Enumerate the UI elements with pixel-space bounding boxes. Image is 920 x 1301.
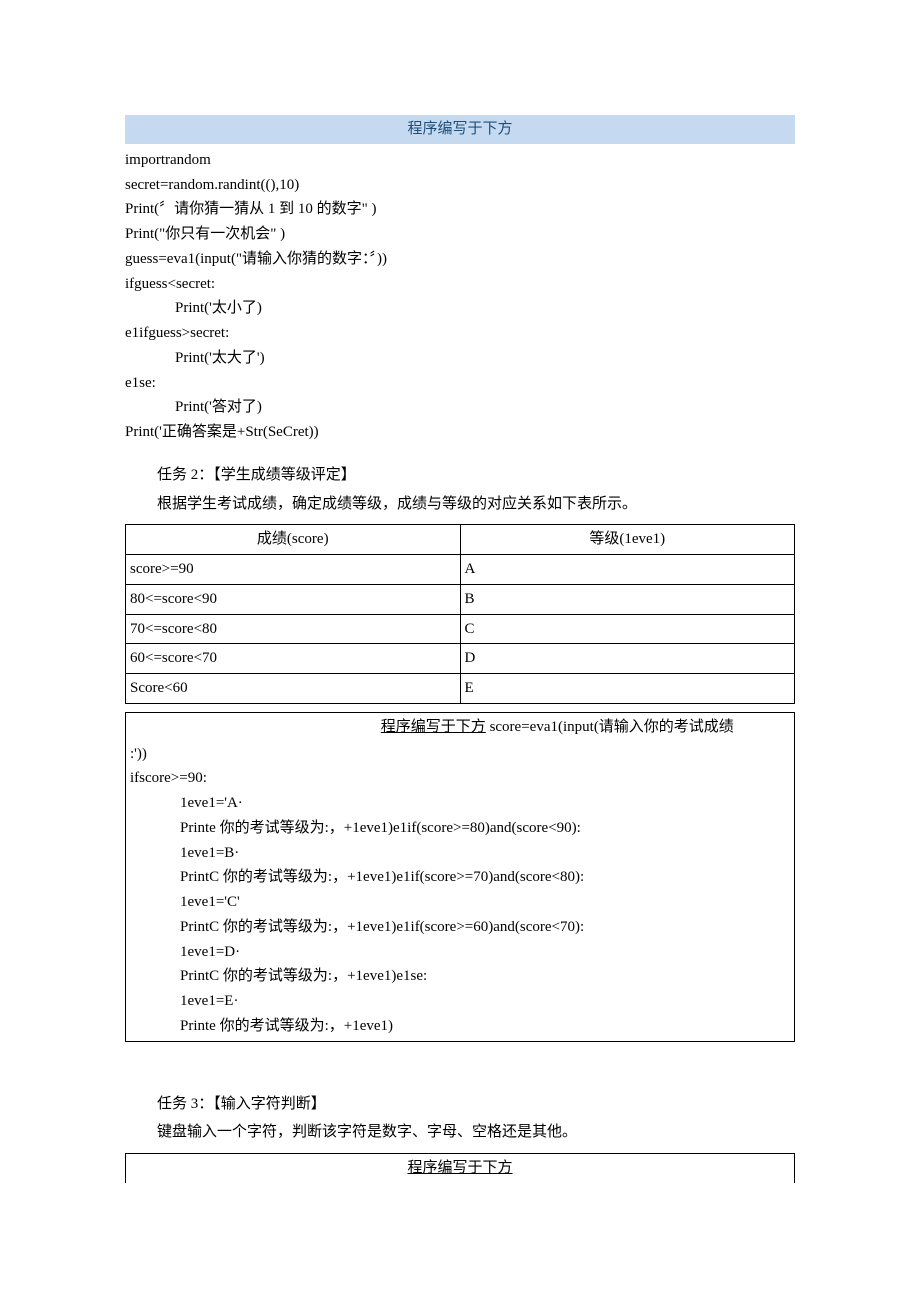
th-score: 成绩(score) — [126, 525, 461, 555]
box2-first-line: 程序编写于下方 score=eva1(input(请输入你的考试成绩 — [126, 713, 794, 740]
code-line: Print('正确答案是+Str(SeCret)) — [125, 420, 795, 445]
table-row: score>=90 A — [126, 555, 795, 585]
table-row: 80<=score<90 B — [126, 584, 795, 614]
box2-body: :')) ifscore>=90: 1eve1='A· Printe 你的考试等… — [126, 740, 794, 1041]
code-line: importrandom — [125, 148, 795, 173]
cell-score: 70<=score<80 — [126, 614, 461, 644]
code-line: Print('答对了) — [125, 395, 795, 420]
code-line: 1eve1=D· — [130, 940, 790, 965]
cell-level: E — [460, 674, 795, 704]
code-line: 1eve1=E· — [130, 989, 790, 1014]
table-row: Score<60 E — [126, 674, 795, 704]
grade-table: 成绩(score) 等级(1eve1) score>=90 A 80<=scor… — [125, 524, 795, 704]
code-line: Print('太大了') — [125, 346, 795, 371]
code-line: 1eve1=B· — [130, 841, 790, 866]
task2-desc: 根据学生考试成绩，确定成绩等级，成绩与等级的对应关系如下表所示。 — [125, 492, 795, 517]
code-line: e1ifguess>secret: — [125, 321, 795, 346]
code-line: Print('太小了) — [125, 296, 795, 321]
th-level: 等级(1eve1) — [460, 525, 795, 555]
table-row: 70<=score<80 C — [126, 614, 795, 644]
code-line: secret=random.randint((),10) — [125, 173, 795, 198]
code-line: PrintC 你的考试等级为:，+1eve1)e1if(score>=60)an… — [130, 915, 790, 940]
code-line: Print(〞请你猜一猜从 1 到 10 的数字" ) — [125, 197, 795, 222]
cell-level: A — [460, 555, 795, 585]
cell-level: B — [460, 584, 795, 614]
header-text: 程序编写于下方 — [407, 121, 512, 137]
code-section-header-1: 程序编写于下方 — [125, 115, 795, 144]
code-line: Printe 你的考试等级为:，+1eve1)e1if(score>=80)an… — [130, 816, 790, 841]
code-line: e1se: — [125, 371, 795, 396]
cell-score: Score<60 — [126, 674, 461, 704]
cell-level: D — [460, 644, 795, 674]
code-line: 1eve1='A· — [130, 791, 790, 816]
code-section-header-3: 程序编写于下方 — [125, 1153, 795, 1183]
task3-desc: 键盘输入一个字符，判断该字符是数字、字母、空格还是其他。 — [125, 1120, 795, 1145]
code-block-1: importrandom secret=random.randint((),10… — [125, 148, 795, 445]
task2-title: 任务 2：【学生成绩等级评定】 — [125, 463, 795, 488]
document-page: 程序编写于下方 importrandom secret=random.randi… — [0, 0, 920, 1301]
cell-score: score>=90 — [126, 555, 461, 585]
table-header-row: 成绩(score) 等级(1eve1) — [126, 525, 795, 555]
cell-score: 60<=score<70 — [126, 644, 461, 674]
box2-header-prefix: 程序编写于下方 — [381, 719, 486, 735]
code-line: Print("你只有一次机会" ) — [125, 222, 795, 247]
code-line: ifguess<secret: — [125, 272, 795, 297]
header-text: 程序编写于下方 — [407, 1160, 512, 1176]
table-row: 60<=score<70 D — [126, 644, 795, 674]
code-line: guess=eva1(input("请输入你猜的数字：〞)) — [125, 247, 795, 272]
cell-score: 80<=score<90 — [126, 584, 461, 614]
code-line: PrintC 你的考试等级为:，+1eve1)e1if(score>=70)an… — [130, 865, 790, 890]
code-line: ifscore>=90: — [130, 766, 790, 791]
box2-header-suffix: score=eva1(input(请输入你的考试成绩 — [486, 719, 734, 735]
code-line: Printe 你的考试等级为:，+1eve1) — [130, 1014, 790, 1039]
code-line: :')) — [130, 742, 790, 767]
cell-level: C — [460, 614, 795, 644]
code-line: 1eve1='C' — [130, 890, 790, 915]
code-line: PrintC 你的考试等级为:，+1eve1)e1se: — [130, 964, 790, 989]
code-box-2: 程序编写于下方 score=eva1(input(请输入你的考试成绩 :')) … — [125, 712, 795, 1042]
task3-title: 任务 3：【输入字符判断】 — [125, 1092, 795, 1117]
spacer — [125, 1060, 795, 1084]
